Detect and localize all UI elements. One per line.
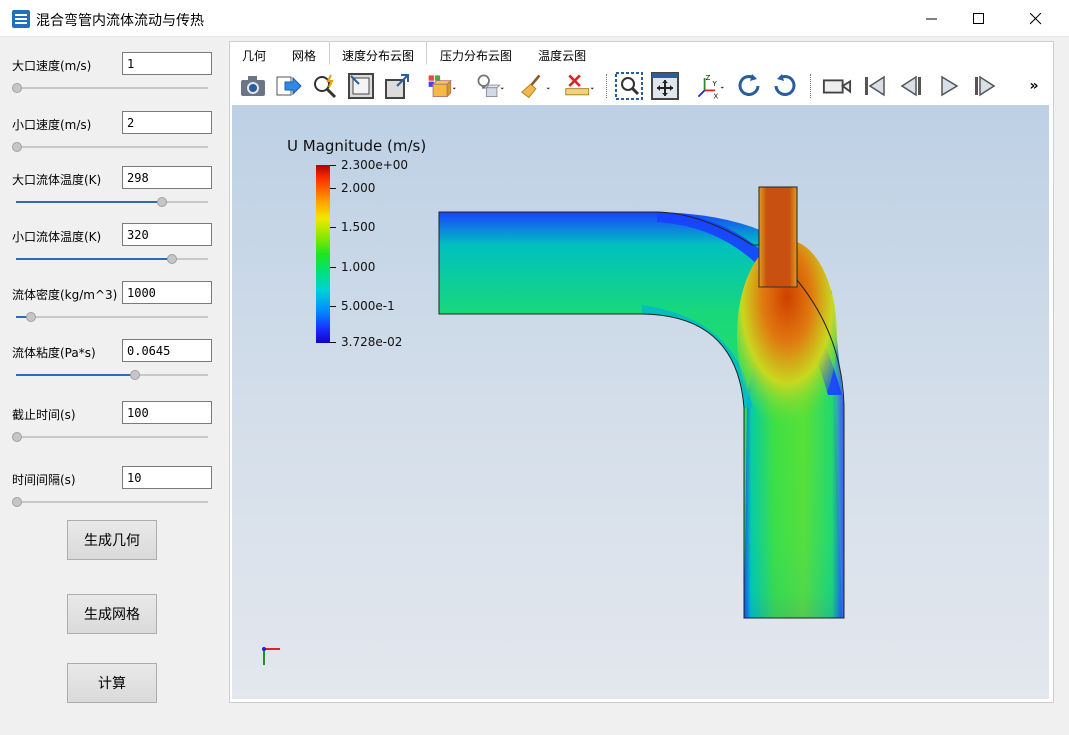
render-viewport[interactable]: U Magnitude (m/s) 2.300e+00 2.000 1.500 … bbox=[232, 105, 1049, 699]
param-input[interactable]: 100 bbox=[122, 401, 212, 424]
slider-fill bbox=[16, 201, 162, 203]
rotate-cw-icon[interactable] bbox=[734, 71, 764, 101]
view-tabs: 几何 网格 速度分布云图 压力分布云图 温度云图 bbox=[229, 41, 599, 65]
title-bar: 混合弯管内流体流动与传热 bbox=[0, 0, 1069, 37]
minimize-icon bbox=[926, 18, 937, 19]
last-frame-icon[interactable] bbox=[970, 71, 1000, 101]
param-slider[interactable] bbox=[12, 496, 208, 508]
slider-track bbox=[16, 316, 208, 318]
play-icon[interactable] bbox=[934, 71, 964, 101]
param-input[interactable]: 320 bbox=[122, 223, 212, 246]
param-input[interactable]: 2 bbox=[122, 111, 212, 134]
tab-pressure[interactable]: 压力分布云图 bbox=[427, 41, 525, 65]
param-label: 流体粘度(Pa*s) bbox=[12, 346, 96, 360]
param-slider[interactable] bbox=[16, 196, 208, 208]
slider-track bbox=[16, 146, 208, 148]
light-icon[interactable] bbox=[474, 71, 504, 101]
brush-icon[interactable] bbox=[520, 71, 550, 101]
slider-thumb[interactable] bbox=[12, 432, 22, 442]
generate-mesh-button[interactable]: 生成网格 bbox=[67, 594, 157, 634]
tab-geometry[interactable]: 几何 bbox=[229, 41, 279, 65]
slider-thumb[interactable] bbox=[12, 83, 22, 93]
pick-icon[interactable] bbox=[310, 71, 340, 101]
slider-track bbox=[16, 436, 208, 438]
tab-temperature[interactable]: 温度云图 bbox=[525, 41, 599, 65]
svg-text:X: X bbox=[713, 91, 718, 100]
close-button[interactable] bbox=[1013, 0, 1059, 37]
param-label: 截止时间(s) bbox=[12, 408, 76, 422]
param-slider[interactable] bbox=[12, 82, 208, 94]
slider-thumb[interactable] bbox=[12, 142, 22, 152]
maximize-button[interactable] bbox=[956, 0, 1002, 37]
zoom-box-icon[interactable] bbox=[614, 71, 644, 101]
app-icon bbox=[12, 10, 30, 28]
param-label: 小口速度(m/s) bbox=[12, 118, 92, 132]
tab-velocity[interactable]: 速度分布云图 bbox=[329, 41, 428, 65]
param-label: 小口流体温度(K) bbox=[12, 230, 102, 244]
slider-thumb[interactable] bbox=[156, 197, 167, 207]
box-icon[interactable] bbox=[426, 71, 456, 101]
param-label: 时间间隔(s) bbox=[12, 473, 76, 487]
param-slider[interactable] bbox=[12, 141, 208, 153]
param-label: 大口速度(m/s) bbox=[12, 59, 92, 73]
fit-view-icon[interactable] bbox=[650, 71, 680, 101]
viewer-toolbar: ZYX » bbox=[232, 66, 1049, 104]
param-input[interactable]: 1 bbox=[122, 52, 212, 75]
ruler-delete-icon[interactable] bbox=[564, 71, 594, 101]
svg-text:Z: Z bbox=[705, 73, 710, 82]
param-label: 大口流体温度(K) bbox=[12, 173, 102, 187]
slider-fill bbox=[16, 374, 136, 376]
velocity-contour-field bbox=[438, 186, 845, 619]
compute-button[interactable]: 计算 bbox=[67, 663, 157, 703]
svg-text:Y: Y bbox=[712, 79, 718, 88]
slider-track bbox=[16, 87, 208, 89]
generate-geometry-button[interactable]: 生成几何 bbox=[67, 520, 157, 560]
prev-frame-icon[interactable] bbox=[896, 71, 926, 101]
close-icon bbox=[1030, 12, 1042, 24]
slider-thumb[interactable] bbox=[12, 497, 22, 507]
first-frame-icon[interactable] bbox=[860, 71, 890, 101]
axes-icon[interactable]: ZYX bbox=[694, 71, 724, 101]
toolbar-separator bbox=[810, 74, 811, 98]
reset-view-icon[interactable] bbox=[346, 71, 376, 101]
slider-thumb[interactable] bbox=[130, 370, 141, 380]
param-input[interactable]: 0.0645 bbox=[122, 339, 212, 362]
param-slider[interactable] bbox=[16, 311, 208, 323]
window-title: 混合弯管内流体流动与传热 bbox=[36, 13, 204, 29]
tab-mesh[interactable]: 网格 bbox=[279, 41, 329, 65]
slider-thumb[interactable] bbox=[26, 312, 37, 322]
param-input[interactable]: 1000 bbox=[122, 281, 212, 304]
param-slider[interactable] bbox=[16, 253, 208, 265]
maximize-icon bbox=[973, 12, 984, 24]
slider-thumb[interactable] bbox=[166, 254, 177, 264]
param-label: 流体密度(kg/m^3) bbox=[12, 288, 118, 302]
camera-icon[interactable] bbox=[238, 71, 268, 101]
slider-track bbox=[16, 501, 208, 503]
more-icon[interactable]: » bbox=[1026, 71, 1042, 101]
param-slider[interactable] bbox=[12, 431, 208, 443]
param-input[interactable]: 298 bbox=[122, 166, 212, 189]
minimize-button[interactable] bbox=[909, 0, 955, 37]
orientation-axes-icon bbox=[262, 647, 280, 665]
param-input[interactable]: 10 bbox=[122, 466, 212, 489]
toolbar-separator bbox=[606, 74, 607, 98]
slider-fill bbox=[16, 258, 172, 260]
rotate-ccw-icon[interactable] bbox=[770, 71, 800, 101]
param-slider[interactable] bbox=[16, 369, 208, 381]
export-icon[interactable] bbox=[274, 71, 304, 101]
fullscreen-icon[interactable] bbox=[382, 71, 412, 101]
video-icon[interactable] bbox=[822, 71, 852, 101]
